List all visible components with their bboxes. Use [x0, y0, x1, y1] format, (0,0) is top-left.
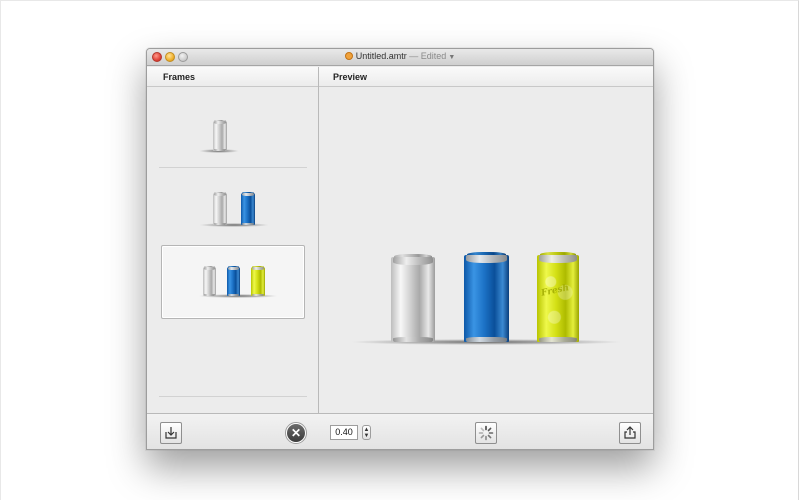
silver-can-thumbnail	[213, 121, 227, 151]
silver-can-thumbnail	[203, 267, 216, 296]
chevron-down-icon[interactable]: ▼	[448, 54, 455, 61]
blue-can-preview	[464, 255, 509, 342]
preview-header: Preview	[333, 72, 368, 82]
app-window: Untitled.amtr — Edited▼ Frames Preview	[146, 48, 654, 450]
frames-sidebar	[147, 87, 319, 413]
document-icon	[344, 52, 353, 60]
delete-frame-button[interactable]: ✕	[285, 422, 307, 444]
activity-spinner-button[interactable]	[475, 422, 497, 444]
window-title-area[interactable]: Untitled.amtr — Edited ▼	[147, 51, 653, 61]
edited-status: Edited	[420, 51, 447, 61]
import-icon	[165, 427, 177, 439]
column-headers: Frames Preview	[147, 67, 653, 87]
yellow-can-preview: Fresh	[537, 255, 579, 342]
bottom-toolbar: ✕ 0.40 ▲ ▼	[147, 413, 653, 449]
frame-item-3[interactable]	[161, 245, 305, 319]
edited-separator: —	[409, 51, 419, 61]
frame-delay-field[interactable]: 0.40	[330, 425, 358, 440]
frame-separator	[159, 396, 307, 397]
frames-header: Frames	[163, 72, 196, 82]
frame-separator	[159, 167, 307, 168]
share-button[interactable]	[619, 422, 641, 444]
silver-can-thumbnail	[213, 193, 227, 225]
share-icon	[624, 426, 636, 439]
title-bar[interactable]: Untitled.amtr — Edited ▼	[147, 49, 653, 66]
frame-item-2[interactable]	[161, 171, 305, 243]
delete-circle-icon: ✕	[287, 424, 305, 442]
yellow-can-thumbnail	[251, 267, 265, 296]
silver-can-preview	[391, 257, 435, 342]
frame-item-1[interactable]	[161, 93, 305, 165]
import-button[interactable]	[160, 422, 182, 444]
can-shadow	[199, 223, 269, 227]
blue-can-thumbnail	[241, 193, 255, 225]
window-title: Untitled.amtr	[355, 51, 407, 61]
spinner-icon	[478, 425, 494, 441]
stepper-icon[interactable]: ▲ ▼	[362, 425, 371, 440]
bubbles-pattern	[539, 263, 577, 336]
preview-pane: Fresh	[319, 87, 653, 413]
blue-can-thumbnail	[227, 267, 240, 296]
